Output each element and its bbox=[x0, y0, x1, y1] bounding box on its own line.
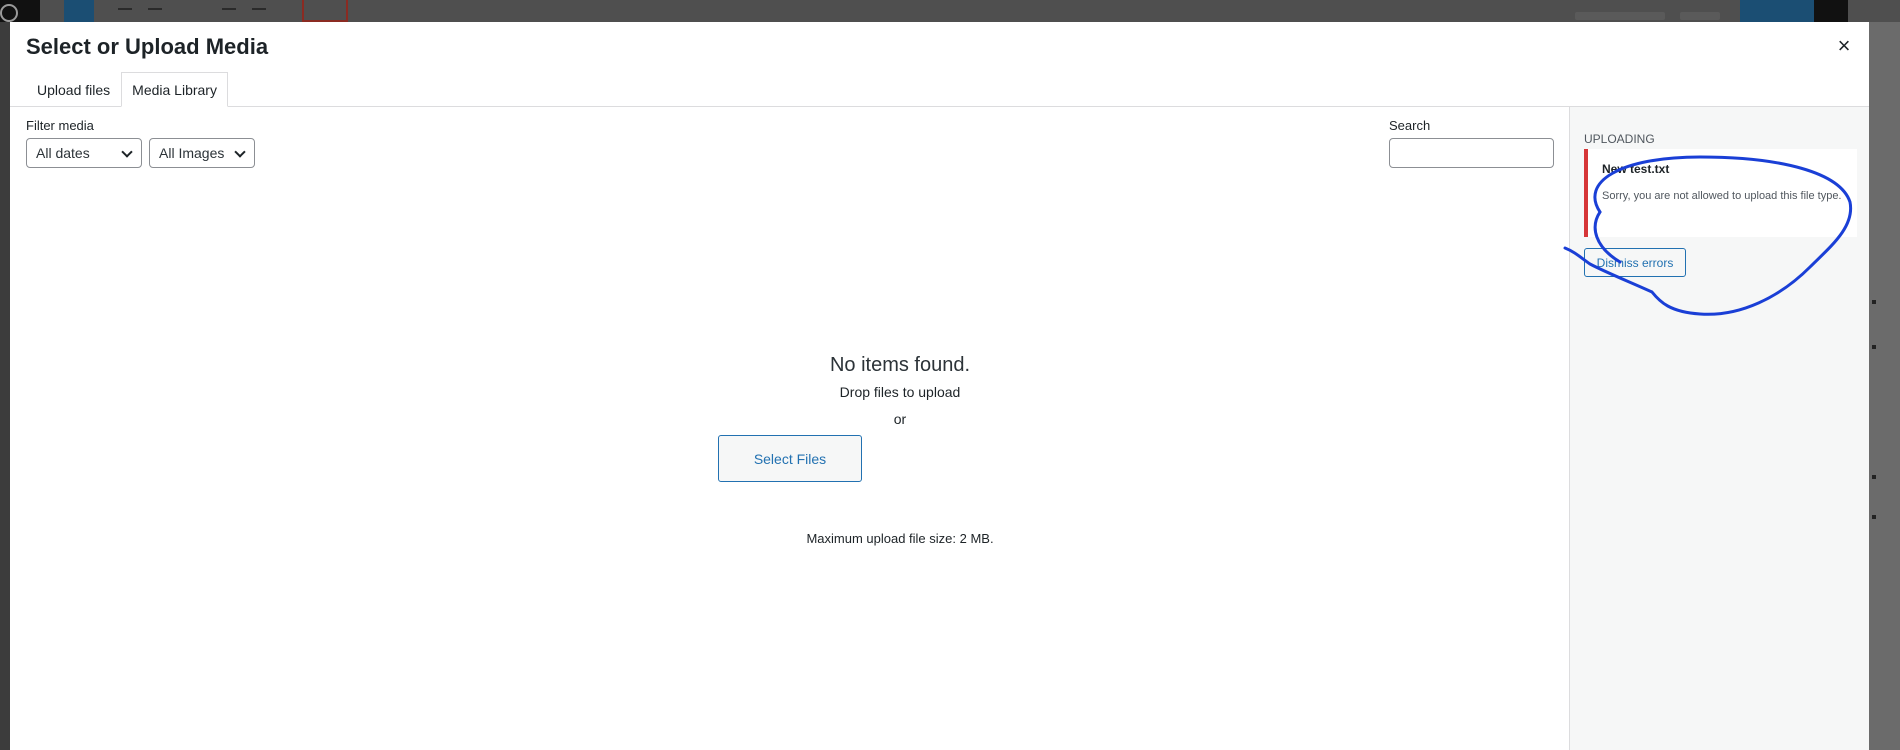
or-text: or bbox=[893, 411, 907, 427]
search-input[interactable] bbox=[1389, 138, 1554, 168]
max-upload-size-text: Maximum upload file size: 2 MB. bbox=[806, 531, 994, 546]
tools-icon bbox=[118, 8, 132, 18]
type-filter-select[interactable]: All Images bbox=[149, 138, 255, 168]
editor-toolbar bbox=[0, 0, 1900, 22]
tab-media-library[interactable]: Media Library bbox=[121, 72, 228, 107]
type-filter-value: All Images bbox=[159, 145, 225, 161]
upload-sidebar: Uploading New test.txt Sorry, you are no… bbox=[1569, 107, 1869, 750]
modal-title: Select or Upload Media bbox=[26, 34, 269, 59]
tab-upload-files[interactable]: Upload files bbox=[26, 72, 121, 107]
editor-right-edge bbox=[1869, 22, 1900, 750]
chevron-down-icon bbox=[234, 146, 246, 158]
plugin-logo-icon bbox=[302, 0, 348, 22]
select-files-button[interactable]: Select Files bbox=[718, 435, 862, 482]
settings-gear-icon bbox=[1814, 0, 1848, 22]
block-mover-icon bbox=[1872, 345, 1876, 349]
undo-icon bbox=[148, 8, 162, 18]
date-filter-select[interactable]: All dates bbox=[26, 138, 142, 168]
save-draft-placeholder bbox=[1575, 12, 1665, 20]
editor-left-edge bbox=[0, 22, 10, 750]
close-icon[interactable]: × bbox=[1832, 34, 1856, 58]
upload-error-notice: New test.txt Sorry, you are not allowed … bbox=[1584, 149, 1857, 237]
no-items-heading: No items found. bbox=[829, 354, 971, 376]
add-block-button bbox=[64, 0, 94, 22]
drop-files-text: Drop files to upload bbox=[839, 384, 961, 400]
uploading-heading: Uploading bbox=[1584, 132, 1655, 146]
search-label: Search bbox=[1389, 118, 1431, 133]
media-tabs: Upload files Media Library bbox=[26, 72, 228, 107]
block-mover-icon bbox=[1872, 300, 1876, 304]
block-mover-icon bbox=[1872, 475, 1876, 479]
details-icon bbox=[222, 8, 236, 18]
dismiss-errors-button[interactable]: Dismiss errors bbox=[1584, 248, 1686, 277]
error-filename: New test.txt bbox=[1602, 162, 1670, 176]
preview-placeholder bbox=[1680, 12, 1720, 20]
media-modal: Select or Upload Media × Upload files Me… bbox=[10, 22, 1869, 750]
list-view-icon bbox=[252, 8, 266, 18]
chevron-down-icon bbox=[121, 146, 133, 158]
error-message: Sorry, you are not allowed to upload thi… bbox=[1602, 190, 1842, 202]
block-mover-icon bbox=[1872, 515, 1876, 519]
wordpress-logo-icon bbox=[0, 0, 40, 22]
date-filter-value: All dates bbox=[36, 145, 90, 161]
update-button bbox=[1740, 0, 1820, 22]
filter-media-label: Filter media bbox=[26, 118, 94, 133]
